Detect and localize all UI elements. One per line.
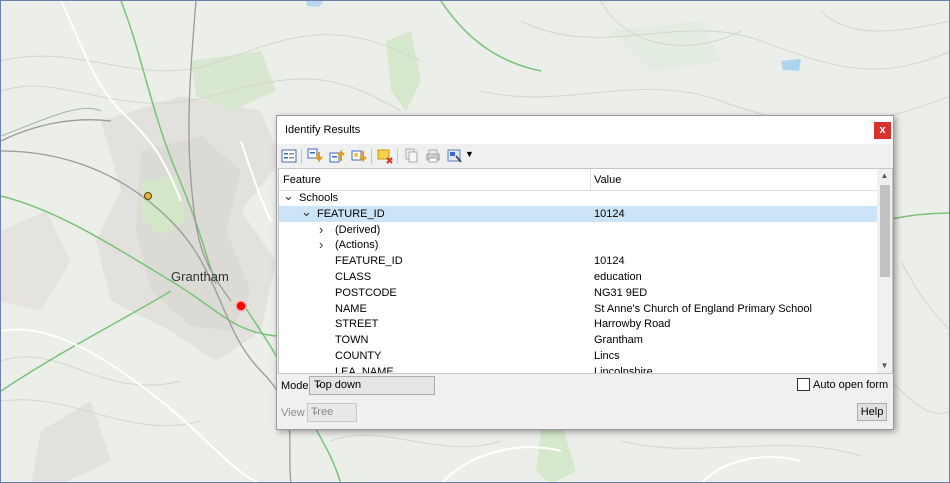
expand-all-icon[interactable] [307, 148, 323, 164]
mode-label: Mode [281, 380, 309, 392]
tree-row-value: 10124 [594, 255, 625, 268]
tree-row-feature: TOWN [335, 334, 369, 347]
identify-toolbar: ▼ [277, 145, 893, 167]
column-header-value[interactable]: Value [594, 174, 621, 186]
tree-row[interactable]: › (Derived) [279, 222, 877, 238]
map-place-label: Grantham [171, 269, 229, 284]
view-select[interactable]: Tree ⌄ [307, 403, 357, 422]
tree-row[interactable]: COUNTY Lincs [279, 348, 877, 364]
help-button[interactable]: Help [857, 403, 887, 421]
yellow-marker-icon[interactable] [144, 192, 152, 200]
select-icon[interactable] [447, 148, 463, 164]
tree-row-feature: POSTCODE [335, 286, 397, 299]
tree-row-value: Grantham [594, 334, 643, 347]
scroll-down-icon[interactable]: ▼ [877, 359, 892, 373]
results-tree[interactable]: Feature Value ⌄ Schools ⌄ FEATURE_ID 10124 ›(… [278, 168, 893, 374]
tree-row[interactable]: LEA_NAME Lincolnshire [279, 364, 877, 374]
tree-row-feature: (Derived) [335, 223, 381, 236]
tree-row-value: Harrowby Road [594, 318, 671, 331]
tree-row-feature: (Actions) [335, 239, 379, 252]
clear-results-icon[interactable] [377, 148, 393, 164]
print-icon[interactable] [425, 148, 441, 164]
chevron-down-icon: ⌄ [314, 379, 323, 390]
close-button[interactable]: x [874, 122, 891, 139]
tree-row-feature: FEATURE_ID [335, 255, 403, 268]
tree-row-feature: FEATURE_ID [317, 207, 385, 220]
dialog-title: Identify Results [285, 124, 361, 136]
chevron-down-icon[interactable]: ⌄ [301, 204, 312, 220]
tree-row-feature: STREET [335, 318, 379, 331]
expand-new-icon[interactable] [351, 148, 367, 164]
chevron-down-icon[interactable]: ⌄ [283, 188, 294, 204]
expand-icon[interactable] [281, 148, 297, 164]
chevron-right-icon[interactable]: › [319, 237, 323, 252]
tree-row-value: 10124 [594, 207, 625, 220]
tree-row-value: education [594, 271, 642, 283]
tree-row[interactable]: TOWN Grantham [279, 332, 877, 348]
tree-row[interactable]: › (Actions) [279, 237, 877, 253]
tree-row[interactable]: ⌄ Schools [279, 188, 877, 206]
dropdown-arrow-icon[interactable]: ▼ [465, 149, 475, 165]
tree-row-feature: COUNTY [335, 350, 382, 362]
scrollbar-thumb[interactable] [880, 185, 890, 277]
tree-row-feature: NAME [335, 302, 367, 315]
tree-row-value: St Anne's Church of England Primary Scho… [594, 302, 812, 315]
mode-select[interactable]: Top down ⌄ [309, 376, 435, 395]
selected-feature-marker-icon[interactable] [235, 300, 247, 312]
scroll-up-icon[interactable]: ▲ [877, 169, 892, 183]
chevron-down-icon: ⌄ [311, 406, 320, 417]
tree-row[interactable]: STREET Harrowby Road [279, 316, 877, 332]
tree-row-value: Lincs [594, 350, 620, 362]
copy-icon[interactable] [403, 148, 419, 164]
tree-row[interactable]: CLASS education [279, 269, 877, 285]
auto-open-form-label[interactable]: Auto open form [813, 379, 888, 391]
collapse-all-icon[interactable] [329, 148, 345, 164]
screenshot-frame: Grantham Identify Results x ▼ Feature Va… [0, 0, 950, 483]
column-header-feature[interactable]: Feature [283, 174, 321, 186]
vertical-scrollbar[interactable]: ▲ ▼ [877, 169, 892, 373]
chevron-right-icon[interactable]: › [319, 222, 323, 237]
tree-row-value: Lincolnshire [594, 365, 653, 374]
tree-row[interactable]: FEATURE_ID 10124 [279, 253, 877, 269]
tree-row[interactable]: ⌄ FEATURE_ID 10124 [279, 204, 877, 222]
tree-header: Feature Value [279, 169, 877, 191]
view-label: View [281, 407, 305, 419]
tree-row-feature: CLASS [335, 271, 372, 283]
tree-row-feature: Schools [299, 192, 339, 204]
tree-row-value: NG31 9ED [594, 286, 648, 299]
tree-row[interactable]: POSTCODE NG31 9ED [279, 285, 877, 301]
tree-row-feature: LEA_NAME [335, 365, 394, 374]
auto-open-form-checkbox[interactable] [797, 378, 810, 391]
close-icon: x [879, 124, 886, 136]
identify-results-dialog: Identify Results x ▼ Feature Value ⌄ Sch… [276, 115, 894, 430]
tree-row[interactable]: NAME St Anne's Church of England Primary … [279, 301, 877, 317]
dialog-titlebar[interactable]: Identify Results x [277, 116, 893, 144]
